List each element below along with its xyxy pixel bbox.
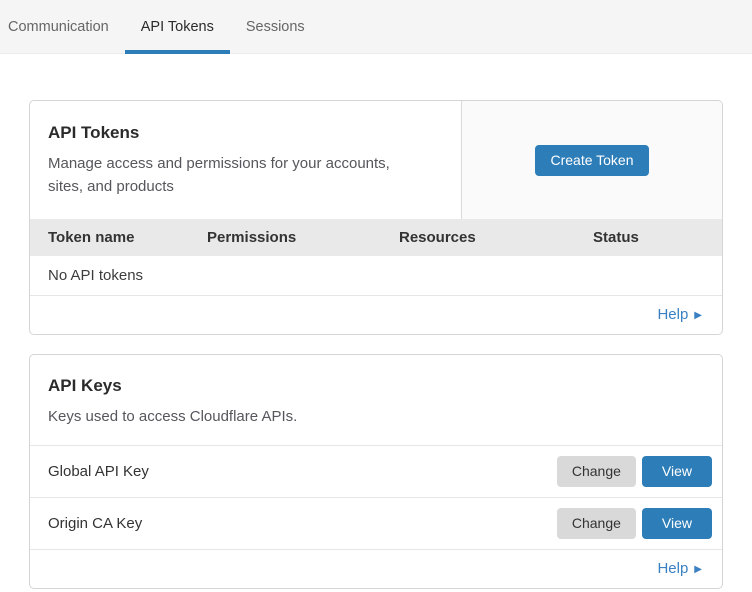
settings-tab-bar: Communication API Tokens Sessions — [0, 0, 752, 54]
help-arrow-icon: ▶ — [694, 311, 702, 321]
api-keys-help-link[interactable]: Help ▶ — [657, 560, 702, 577]
api-keys-description: Keys used to access Cloudflare APIs. — [48, 405, 704, 428]
table-header-row: Token name Permissions Resources Status — [30, 219, 722, 256]
column-header-status: Status — [575, 219, 722, 256]
api-tokens-card-header-text: API Tokens Manage access and permissions… — [30, 101, 461, 219]
api-keys-card-header: API Keys Keys used to access Cloudflare … — [30, 355, 722, 446]
change-origin-ca-key-button[interactable]: Change — [557, 508, 636, 539]
api-tokens-card-header: API Tokens Manage access and permissions… — [30, 101, 722, 219]
api-key-actions: Change View — [557, 456, 712, 487]
tab-api-tokens[interactable]: API Tokens — [125, 0, 230, 53]
api-key-label: Origin CA Key — [48, 515, 142, 532]
help-arrow-icon: ▶ — [694, 565, 702, 575]
change-global-api-key-button[interactable]: Change — [557, 456, 636, 487]
api-keys-card-footer: Help ▶ — [30, 550, 722, 588]
empty-state-row: No API tokens — [30, 256, 722, 296]
api-keys-title: API Keys — [48, 376, 704, 396]
api-tokens-card-footer: Help ▶ — [30, 296, 722, 334]
view-global-api-key-button[interactable]: View — [642, 456, 712, 487]
api-tokens-description: Manage access and permissions for your a… — [48, 152, 421, 199]
api-key-row-origin-ca: Origin CA Key Change View — [30, 498, 722, 550]
tab-communication[interactable]: Communication — [8, 0, 125, 53]
column-header-token-name: Token name — [30, 219, 189, 256]
api-tokens-table: Token name Permissions Resources Status … — [30, 219, 722, 296]
help-link-label: Help — [657, 306, 688, 323]
api-key-actions: Change View — [557, 508, 712, 539]
tab-sessions[interactable]: Sessions — [230, 0, 321, 53]
create-token-button[interactable]: Create Token — [535, 145, 648, 176]
api-key-label: Global API Key — [48, 463, 149, 480]
api-tokens-help-link[interactable]: Help ▶ — [657, 306, 702, 323]
api-tokens-title: API Tokens — [48, 123, 421, 143]
view-origin-ca-key-button[interactable]: View — [642, 508, 712, 539]
column-header-permissions: Permissions — [189, 219, 381, 256]
help-link-label: Help — [657, 560, 688, 577]
api-tokens-card: API Tokens Manage access and permissions… — [29, 100, 723, 335]
column-header-resources: Resources — [381, 219, 575, 256]
api-key-row-global: Global API Key Change View — [30, 446, 722, 498]
api-keys-card: API Keys Keys used to access Cloudflare … — [29, 354, 723, 589]
api-tokens-card-header-actions: Create Token — [461, 101, 722, 219]
empty-state-text: No API tokens — [30, 256, 722, 296]
